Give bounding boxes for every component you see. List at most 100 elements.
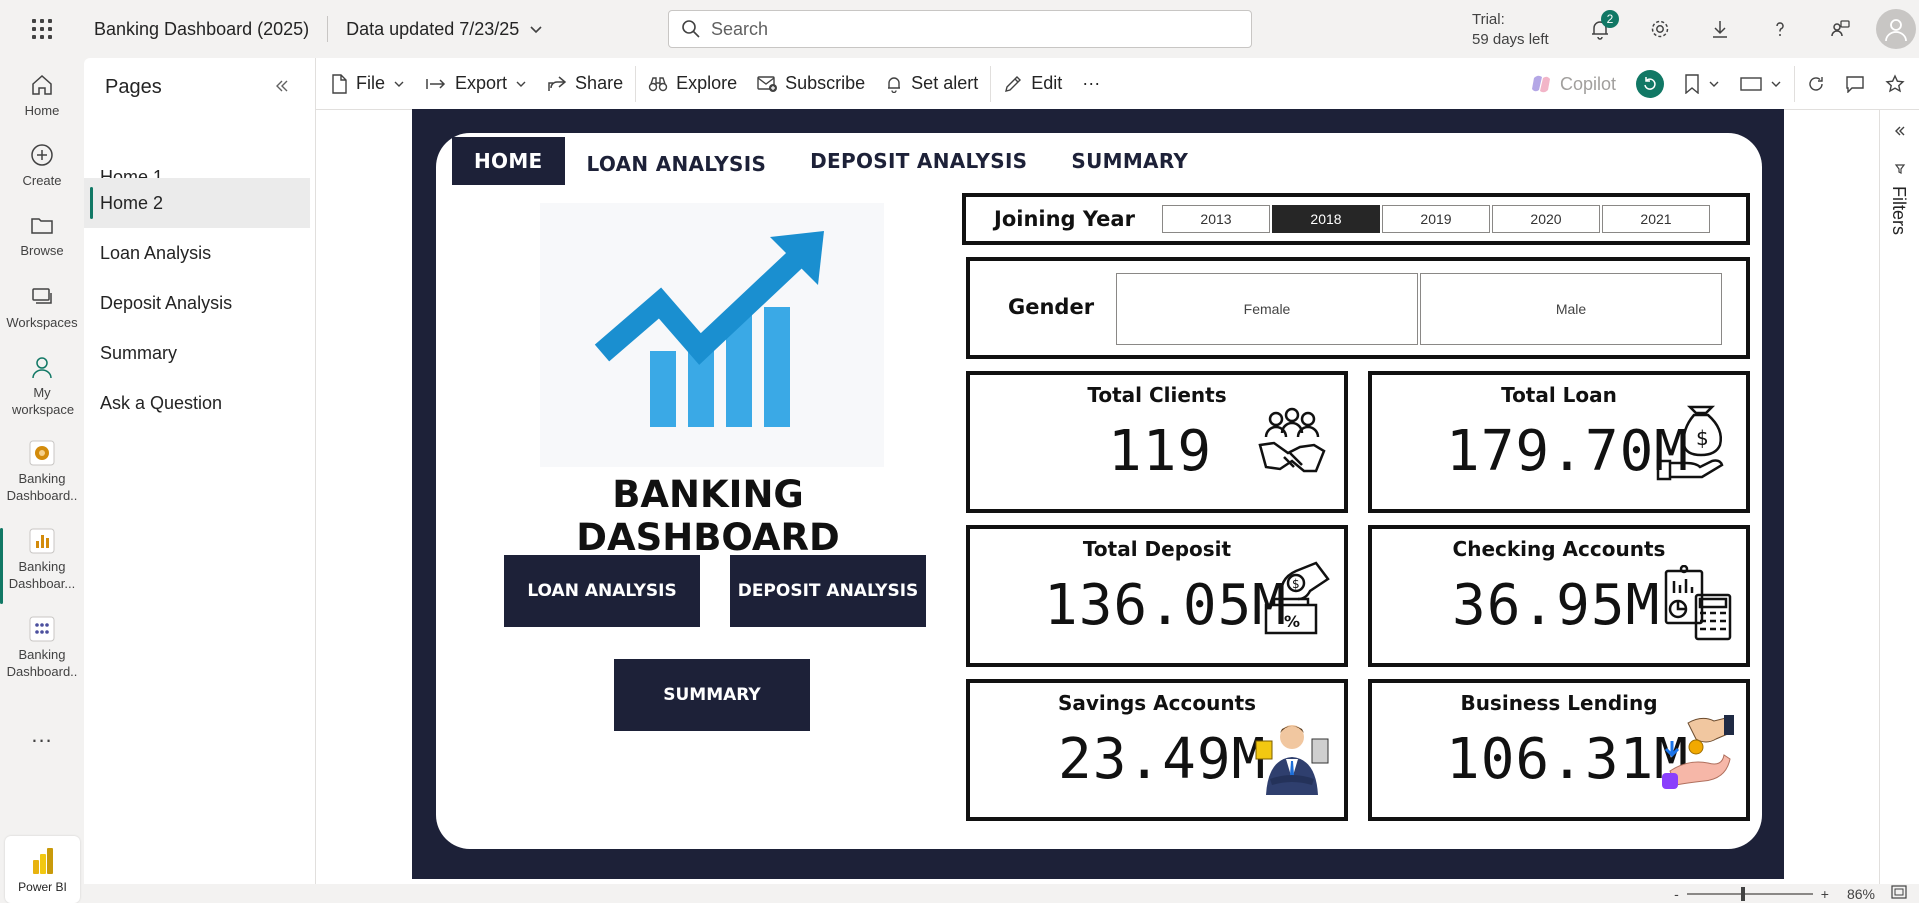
year-option-2013[interactable]: 2013 bbox=[1162, 205, 1270, 233]
refresh-button[interactable] bbox=[1797, 64, 1835, 104]
favorite-button[interactable] bbox=[1875, 64, 1915, 104]
summary-button[interactable]: SUMMARY bbox=[614, 659, 810, 731]
chevron-down-icon bbox=[516, 81, 526, 87]
set-alert-button[interactable]: Set alert bbox=[875, 64, 988, 104]
filters-pane[interactable]: Filters bbox=[1879, 110, 1919, 884]
tab-home[interactable]: HOME bbox=[452, 137, 565, 185]
file-menu-button[interactable]: File bbox=[320, 64, 415, 104]
refresh-icon bbox=[1809, 77, 1823, 91]
download-icon bbox=[1713, 21, 1727, 38]
year-option-2020[interactable]: 2020 bbox=[1492, 205, 1600, 233]
zoom-slider-thumb[interactable] bbox=[1740, 886, 1745, 901]
report-card: HOME LOAN ANALYSIS DEPOSIT ANALYSIS SUMM… bbox=[436, 133, 1762, 849]
comments-button[interactable] bbox=[1835, 64, 1875, 104]
subscribe-button[interactable]: Subscribe bbox=[747, 64, 875, 104]
more-actions-button[interactable]: ··· bbox=[1072, 64, 1110, 104]
view-frame-icon bbox=[1740, 77, 1762, 91]
data-updated-dropdown[interactable]: Data updated 7/23/25 bbox=[346, 19, 543, 40]
page-item-home-2[interactable]: Home 2 bbox=[84, 178, 310, 228]
report-title[interactable]: Banking Dashboard (2025) bbox=[94, 19, 309, 40]
rail-item-label: Banking Dashboard.. bbox=[6, 471, 78, 503]
set-alert-label: Set alert bbox=[911, 73, 979, 93]
search-input[interactable] bbox=[711, 18, 1211, 40]
plus-circle-icon bbox=[29, 138, 55, 172]
kpi-title: Total Loan bbox=[1501, 383, 1617, 407]
toolbar-divider bbox=[990, 65, 992, 102]
rail-item-home[interactable]: Home bbox=[0, 68, 84, 119]
loan-analysis-button[interactable]: LOAN ANALYSIS bbox=[504, 555, 700, 627]
chevron-down-icon bbox=[530, 26, 542, 34]
zoom-out-button[interactable]: - bbox=[1674, 886, 1679, 902]
rail-item-workspaces[interactable]: Workspaces bbox=[0, 280, 84, 331]
power-bi-logo[interactable]: Power BI bbox=[5, 836, 80, 903]
rail-item-browse[interactable]: Browse bbox=[0, 208, 84, 259]
gender-option-female[interactable]: Female bbox=[1116, 273, 1418, 345]
zoom-in-button[interactable]: + bbox=[1821, 886, 1829, 902]
double-chevron-left-icon[interactable] bbox=[1894, 124, 1906, 142]
download-button[interactable] bbox=[1690, 0, 1750, 58]
share-button[interactable]: Share bbox=[537, 64, 633, 104]
reset-icon bbox=[1636, 70, 1664, 98]
page-item-ask-a-question[interactable]: Ask a Question bbox=[84, 378, 310, 428]
export-menu-button[interactable]: Export bbox=[415, 64, 537, 104]
kpi-checking-accounts: Checking Accounts 36.95M bbox=[1368, 525, 1750, 667]
document-icon bbox=[332, 73, 347, 94]
svg-text:$: $ bbox=[1292, 577, 1300, 591]
toolbar-divider bbox=[1794, 66, 1795, 102]
year-option-2018[interactable]: 2018 bbox=[1272, 205, 1380, 233]
page-item-summary[interactable]: Summary bbox=[84, 328, 310, 378]
copilot-button[interactable]: Copilot bbox=[1520, 64, 1626, 104]
waffle-icon bbox=[32, 19, 52, 39]
share-feedback-button[interactable] bbox=[1810, 0, 1870, 58]
more-options-button[interactable]: ... bbox=[0, 722, 84, 748]
reset-to-default-button[interactable] bbox=[1626, 64, 1674, 104]
copilot-label: Copilot bbox=[1559, 73, 1616, 94]
deposit-analysis-button[interactable]: DEPOSIT ANALYSIS bbox=[730, 555, 926, 627]
report-nav-tabs: HOME LOAN ANALYSIS DEPOSIT ANALYSIS SUMM… bbox=[452, 137, 1210, 185]
fit-to-page-icon[interactable] bbox=[1891, 885, 1907, 902]
search-box[interactable] bbox=[668, 10, 1252, 48]
edit-button[interactable]: Edit bbox=[993, 64, 1072, 104]
export-label: Export bbox=[455, 73, 508, 93]
page-item-deposit-analysis[interactable]: Deposit Analysis bbox=[84, 278, 310, 328]
page-item-loan-analysis[interactable]: Loan Analysis bbox=[84, 228, 310, 278]
tab-deposit-analysis[interactable]: DEPOSIT ANALYSIS bbox=[788, 137, 1049, 185]
kpi-total-loan: Total Loan 179.70M $ bbox=[1368, 371, 1750, 513]
rail-item-label: My workspace bbox=[12, 385, 75, 417]
double-chevron-left-icon bbox=[276, 80, 288, 92]
rail-item-my-workspace[interactable]: My workspace bbox=[0, 350, 84, 418]
title-divider bbox=[327, 16, 329, 42]
app-launcher-button[interactable] bbox=[0, 0, 84, 58]
chevron-down-icon bbox=[394, 81, 404, 87]
rail-item-banking-dashboard-1[interactable]: Banking Dashboard.. bbox=[0, 436, 84, 504]
user-avatar[interactable] bbox=[1876, 9, 1916, 49]
kpi-title: Total Deposit bbox=[1082, 537, 1232, 561]
explore-button[interactable]: Explore bbox=[638, 64, 747, 104]
report-toolbar: File Export Share Explore Subscribe Set … bbox=[316, 58, 1919, 110]
subscribe-mail-icon bbox=[757, 75, 778, 92]
search-icon bbox=[682, 20, 700, 38]
rail-item-banking-dashboard-3[interactable]: Banking Dashboard.. bbox=[0, 612, 84, 680]
chevron-down-icon bbox=[1709, 81, 1719, 87]
app-rail: Home Create Browse Workspaces My workspa… bbox=[0, 58, 84, 903]
help-button[interactable] bbox=[1750, 0, 1810, 58]
gender-option-male[interactable]: Male bbox=[1420, 273, 1722, 345]
pages-title: Pages bbox=[105, 76, 162, 98]
year-option-2019[interactable]: 2019 bbox=[1382, 205, 1490, 233]
tab-loan-analysis[interactable]: LOAN ANALYSIS bbox=[565, 140, 789, 188]
year-option-2021[interactable]: 2021 bbox=[1602, 205, 1710, 233]
notifications-button[interactable]: 2 bbox=[1570, 0, 1630, 58]
rail-item-create[interactable]: Create bbox=[0, 138, 84, 189]
zoom-slider[interactable] bbox=[1686, 886, 1813, 901]
settings-button[interactable] bbox=[1630, 0, 1690, 58]
kpi-title: Checking Accounts bbox=[1452, 537, 1666, 561]
export-arrow-icon bbox=[426, 78, 446, 89]
tab-summary[interactable]: SUMMARY bbox=[1049, 137, 1210, 185]
collapse-pages-button[interactable] bbox=[274, 74, 290, 100]
zoom-level[interactable]: 86% bbox=[1847, 886, 1875, 902]
rail-item-banking-dashboard-2[interactable]: Banking Dashboar... bbox=[0, 524, 84, 604]
bookmarks-button[interactable] bbox=[1674, 64, 1730, 104]
star-icon bbox=[1885, 74, 1905, 93]
binoculars-icon bbox=[648, 76, 668, 91]
view-button[interactable] bbox=[1730, 64, 1792, 104]
